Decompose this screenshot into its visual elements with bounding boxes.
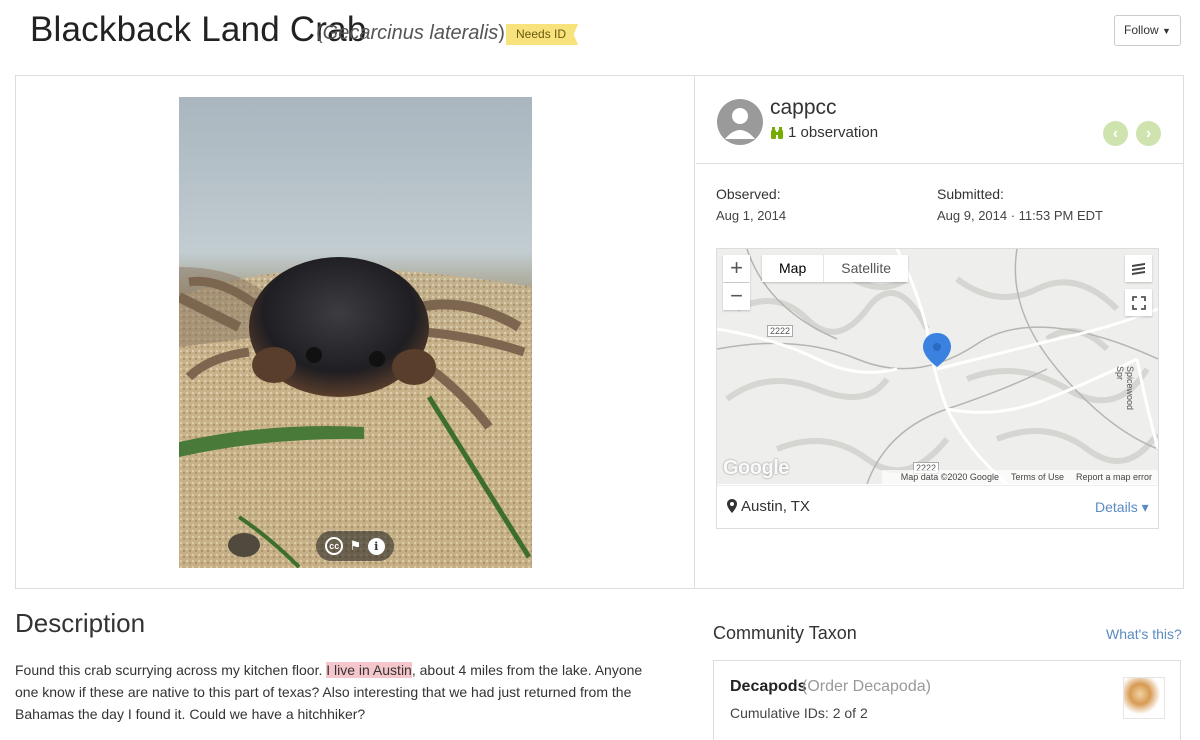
description-highlight: I live in Austin: [326, 662, 412, 678]
map-type-control: Map Satellite: [762, 255, 909, 282]
follow-button[interactable]: Follow ▼: [1114, 15, 1181, 46]
google-logo: Google: [723, 457, 789, 479]
community-taxon-card: Decapods (Order Decapoda) Cumulative IDs…: [713, 660, 1181, 740]
observation-count[interactable]: 1 observation: [770, 124, 878, 141]
submitted-label: Submitted:: [937, 186, 1004, 202]
submitted-date: Aug 9, 2014 · 11:53 PM EDT: [937, 208, 1103, 223]
avatar[interactable]: [717, 99, 763, 145]
road-label: 2222: [767, 325, 794, 337]
fullscreen-icon: [1131, 295, 1146, 310]
map-type-satellite[interactable]: Satellite: [824, 255, 908, 282]
photo-controls: cc ⚑ i: [316, 531, 394, 561]
taxon-thumbnail[interactable]: [1123, 677, 1165, 719]
paren-open: (: [316, 22, 323, 44]
community-taxon-heading: Community Taxon: [713, 623, 857, 643]
quality-grade-badge: Needs ID: [506, 24, 579, 45]
map-data-credit: Map data ©2020 Google: [900, 472, 999, 482]
next-observation-button[interactable]: ›: [1136, 121, 1161, 146]
username[interactable]: cappcc: [770, 96, 837, 120]
layers-button[interactable]: [1125, 255, 1152, 282]
road-label: Spicewood Spr: [1115, 366, 1135, 411]
caret-down-icon: ▼: [1162, 26, 1171, 36]
observation-sidebar: cappcc 1 observation ‹ › Observed: Aug 1…: [696, 76, 1183, 588]
scientific-name-text: Gecarcinus lateralis: [322, 22, 499, 44]
observed-label: Observed:: [716, 186, 781, 202]
observation-count-label: 1 observation: [788, 124, 879, 141]
map-terrain: [717, 249, 1158, 484]
description-text-before: Found this crab scurrying across my kitc…: [15, 662, 327, 678]
terms-of-use-link[interactable]: Terms of Use: [1011, 470, 1064, 484]
cc-icon[interactable]: cc: [325, 537, 344, 555]
fullscreen-button[interactable]: [1125, 289, 1152, 316]
place-name: Austin, TX: [741, 498, 810, 515]
paren-close: ): [498, 22, 505, 44]
crab-photo-image: [179, 97, 532, 568]
report-map-error-link[interactable]: Report a map error: [1076, 470, 1152, 484]
follow-label: Follow: [1124, 23, 1159, 37]
description-text: Found this crab scurrying across my kitc…: [15, 659, 650, 725]
binoculars-icon: [771, 126, 783, 139]
user-box: cappcc 1 observation ‹ ›: [696, 76, 1183, 164]
location-row: Austin, TX Details ▾: [717, 485, 1158, 529]
map[interactable]: 2222 2222 Spicewood Spr + − Map Satellit…: [717, 249, 1158, 484]
previous-observation-button[interactable]: ‹: [1103, 121, 1128, 146]
observed-date: Aug 1, 2014: [716, 208, 787, 223]
map-pin-icon: [727, 499, 737, 513]
taxon-name[interactable]: Decapods: [730, 678, 806, 696]
photo-area: cc ⚑ i: [16, 76, 695, 588]
taxon-rank: (Order Decapoda): [802, 678, 931, 695]
title-row: Blackback Land Crab (Gecarcinus laterali…: [0, 0, 1200, 72]
zoom-in-button[interactable]: +: [723, 255, 750, 282]
map-widget: 2222 2222 Spicewood Spr + − Map Satellit…: [716, 248, 1159, 529]
map-footer: Map data ©2020 Google Terms of Use Repor…: [882, 470, 1158, 484]
scientific-name[interactable]: (Gecarcinus lateralis): [316, 22, 505, 45]
user-avatar-icon: [725, 108, 755, 139]
layers-icon: [1132, 262, 1145, 275]
whats-this-link[interactable]: What's this?: [1106, 626, 1182, 642]
observation-panel: cc ⚑ i cappcc 1 observation ‹ › Observed…: [15, 75, 1184, 589]
observation-photo[interactable]: cc ⚑ i: [179, 97, 532, 568]
description-heading: Description: [15, 608, 146, 638]
map-type-map[interactable]: Map: [762, 255, 825, 282]
details-link[interactable]: Details ▾: [1095, 499, 1149, 516]
info-icon[interactable]: i: [367, 537, 385, 555]
zoom-out-button[interactable]: −: [723, 283, 750, 310]
flag-icon[interactable]: ⚑: [350, 538, 362, 554]
cumulative-ids: Cumulative IDs: 2 of 2: [730, 705, 868, 721]
